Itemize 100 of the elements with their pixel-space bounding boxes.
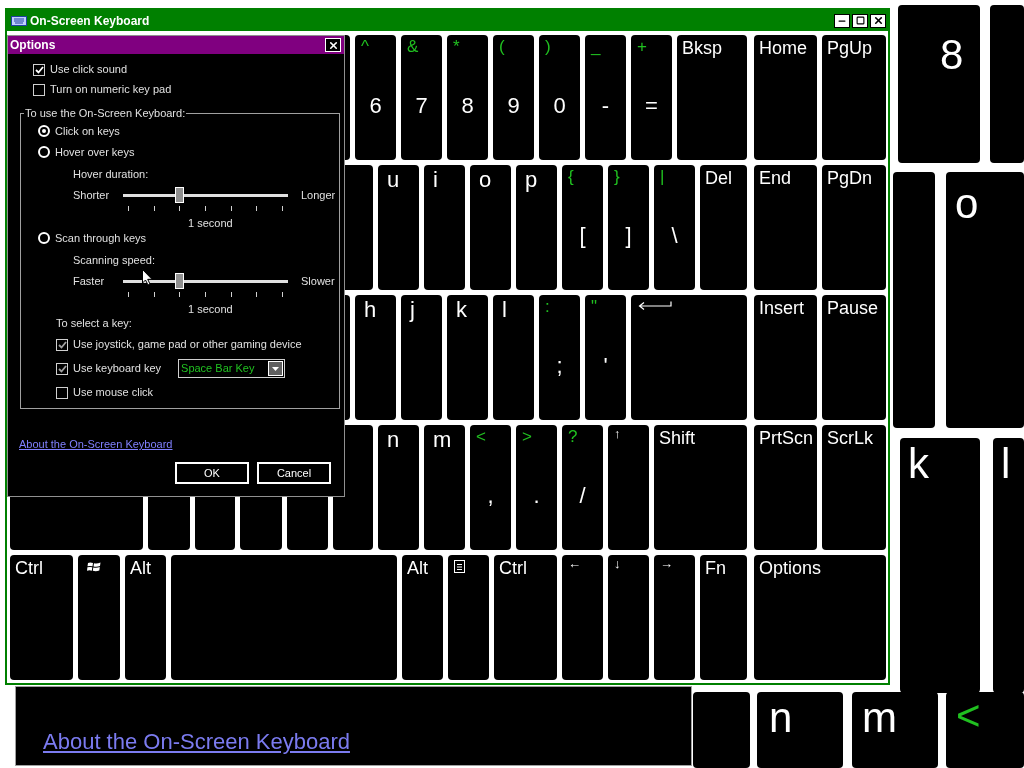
keyboard-key[interactable]: Fn	[700, 555, 747, 680]
about-link[interactable]: About the On-Screen Keyboard	[43, 729, 350, 755]
tick-mark	[256, 292, 258, 297]
tick-mark	[256, 206, 258, 211]
keyboard-key[interactable]: →	[654, 555, 695, 680]
keyboard-key[interactable]: | \	[654, 165, 695, 290]
keyboard-key[interactable]: ^ 6	[355, 35, 396, 160]
check-icon	[57, 364, 67, 373]
tick-mark	[179, 206, 181, 211]
min-label: Faster	[73, 274, 106, 288]
keyboard-key[interactable]: Options	[754, 555, 886, 680]
menu-icon	[454, 560, 465, 573]
slider-thumb[interactable]	[174, 187, 184, 203]
keyboard-key[interactable]: Bksp	[677, 35, 747, 160]
keyboard-key[interactable]: h	[355, 295, 396, 420]
radio-button[interactable]	[38, 232, 50, 244]
keyboard-key[interactable]: + =	[631, 35, 672, 160]
radio-button[interactable]	[38, 146, 50, 158]
checkbox[interactable]	[56, 338, 68, 351]
maximize-button[interactable]	[852, 13, 868, 28]
checkbox[interactable]	[33, 83, 45, 96]
keyboard-key[interactable]: ) 0	[539, 35, 580, 160]
tick-mark	[128, 292, 129, 297]
checkbox[interactable]	[56, 362, 68, 375]
keyboard-key[interactable]: Home	[754, 35, 817, 160]
keyboard-key: k	[900, 438, 980, 693]
tick-mark	[153, 206, 155, 211]
windows-logo-icon	[87, 561, 101, 573]
keyboard-key[interactable]: PgDn	[822, 165, 886, 290]
keyboard-key[interactable]: Ctrl	[10, 555, 73, 680]
keyboard-key[interactable]: Shift	[654, 425, 747, 550]
keyboard-key[interactable]: : ;	[539, 295, 580, 420]
keyboard-key[interactable]: < ,	[470, 425, 511, 550]
keyboard-key[interactable]: Ctrl	[494, 555, 557, 680]
dialog-title: Options	[10, 38, 56, 52]
tick-mark	[230, 206, 232, 211]
checkbox-label: Use joystick, game pad or other gaming device	[73, 338, 302, 351]
tick-mark	[128, 206, 129, 211]
keyboard-key[interactable]: " '	[585, 295, 626, 420]
checkbox-label: Turn on numeric key pad	[50, 83, 172, 96]
keyboard-key[interactable]: l	[493, 295, 534, 420]
keyboard-key[interactable]: _ -	[585, 35, 626, 160]
keyboard-key[interactable]: Alt	[402, 555, 443, 680]
keyboard-key[interactable]: ←	[562, 555, 603, 680]
keyboard-key[interactable]: { [	[562, 165, 603, 290]
slider-reading: 1 second	[188, 217, 233, 230]
check-icon	[34, 65, 44, 74]
group-title: To use the On-Screen Keyboard:	[24, 107, 187, 120]
keyboard-key[interactable]: PrtScn	[754, 425, 817, 550]
keyboard-key[interactable]: p	[516, 165, 557, 290]
about-link[interactable]: About the On-Screen Keyboard	[19, 438, 173, 451]
dialog-button[interactable]: OK	[175, 462, 249, 484]
checkbox-label: Use mouse click	[73, 386, 154, 399]
close-button[interactable]	[870, 13, 886, 28]
keyboard-key[interactable]: } ]	[608, 165, 649, 290]
checkbox-label: Use keyboard key	[73, 362, 162, 375]
keyboard-key[interactable]: Alt	[125, 555, 166, 680]
slider[interactable]	[123, 273, 288, 289]
keyboard-key: n	[757, 692, 843, 768]
dialog-button[interactable]: Cancel	[257, 462, 331, 484]
keyboard-key[interactable]: n	[378, 425, 419, 550]
keyboard-key[interactable]: & 7	[401, 35, 442, 160]
keyboard-key[interactable]: m	[424, 425, 465, 550]
keyboard-key: m	[852, 692, 938, 768]
keyboard-key[interactable]: i	[424, 165, 465, 290]
minimize-button[interactable]	[834, 13, 850, 28]
keyboard-key[interactable]: End	[754, 165, 817, 290]
keyboard-key[interactable]: ↑	[608, 425, 649, 550]
keyboard-key: <	[946, 692, 1024, 768]
radio-button[interactable]	[38, 125, 50, 137]
keyboard-key[interactable]: k	[447, 295, 488, 420]
min-label: Shorter	[73, 188, 111, 202]
checkbox[interactable]	[56, 386, 68, 399]
checkbox[interactable]	[33, 63, 45, 76]
keyboard-key[interactable]: ( 9	[493, 35, 534, 160]
tick-mark	[230, 292, 232, 297]
slider-reading: 1 second	[188, 303, 233, 316]
close-icon	[872, 15, 884, 26]
setting-label: Hover duration:	[73, 168, 149, 181]
slider-thumb[interactable]	[174, 273, 184, 289]
keyboard-key[interactable]: Del	[700, 165, 747, 290]
keyboard-key[interactable]: o	[470, 165, 511, 290]
keyboard-key[interactable]: ? /	[562, 425, 603, 550]
keyboard-key: o	[946, 172, 1024, 428]
keyboard-key[interactable]: j	[401, 295, 442, 420]
setting-label: Scanning speed:	[73, 254, 155, 267]
keyboard-key[interactable]: u	[378, 165, 419, 290]
tick-mark	[153, 292, 155, 297]
key-dropdown[interactable]: Space Bar Key	[178, 359, 286, 378]
keyboard-key[interactable]: ↓	[608, 555, 649, 680]
slider[interactable]	[123, 187, 288, 203]
radio-label: Hover over keys	[55, 145, 135, 159]
keyboard-key[interactable]: Insert	[754, 295, 817, 420]
section-label: To select a key:	[56, 317, 132, 330]
keyboard-key[interactable]: PgUp	[822, 35, 886, 160]
keyboard-key[interactable]: ScrLk	[822, 425, 886, 550]
keyboard-key[interactable]: > .	[516, 425, 557, 550]
keyboard-key[interactable]: * 8	[447, 35, 488, 160]
keyboard-key[interactable]: Pause	[822, 295, 886, 420]
keyboard-icon	[11, 15, 27, 26]
